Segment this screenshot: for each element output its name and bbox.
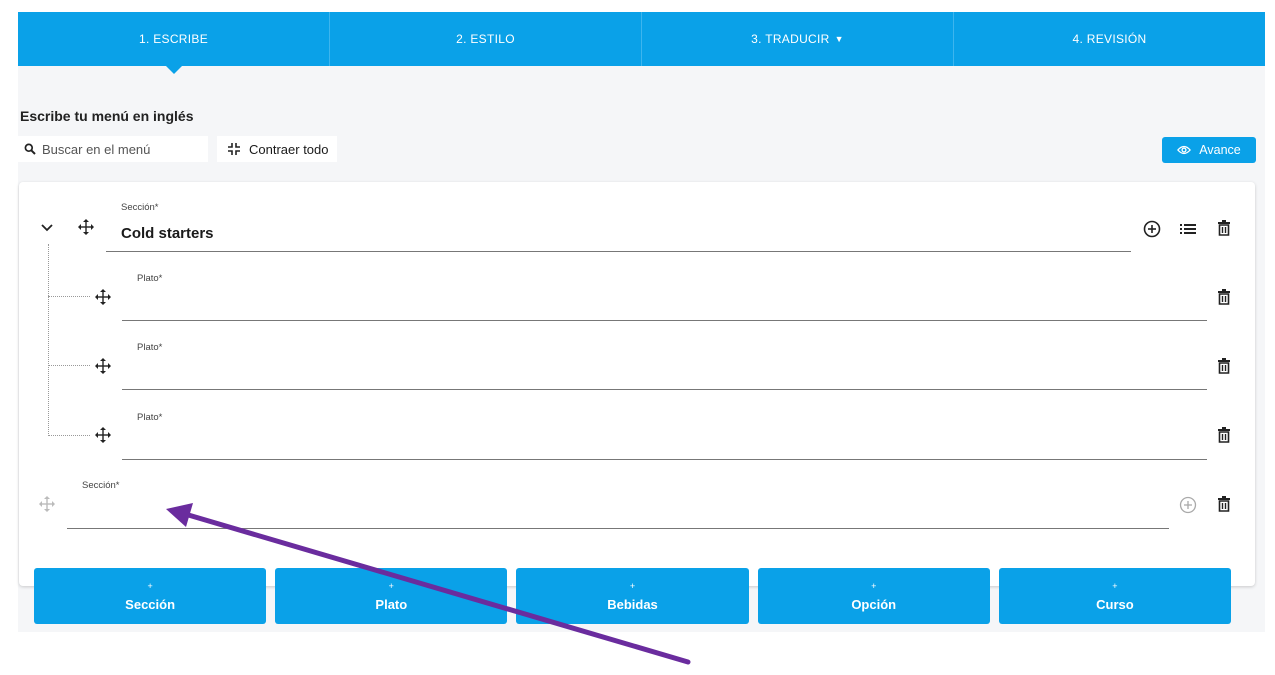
- section-underline: [67, 528, 1169, 529]
- chevron-down-icon[interactable]: [39, 220, 55, 236]
- dish-name-input[interactable]: [137, 294, 1137, 314]
- dish-label: Plato*: [137, 412, 163, 423]
- tab-escribe[interactable]: 1. ESCRIBE: [18, 12, 330, 74]
- eye-icon: [1177, 145, 1192, 155]
- page-title: Escribe tu menú en inglés: [20, 108, 194, 124]
- caret-down-icon: ▼: [834, 34, 844, 44]
- search-input[interactable]: [42, 141, 202, 157]
- add-course-button[interactable]: + Curso: [998, 568, 1232, 624]
- add-button-label: Curso: [1096, 596, 1134, 612]
- section-name-input[interactable]: Cold starters: [121, 225, 214, 242]
- search-icon: [24, 143, 36, 155]
- plus-icon: +: [871, 580, 877, 591]
- section-name-input[interactable]: [82, 500, 1082, 520]
- move-icon[interactable]: [94, 426, 112, 444]
- collapse-all-label: Contraer todo: [249, 141, 329, 157]
- add-button-label: Bebidas: [607, 596, 658, 612]
- dish-underline: [122, 389, 1207, 390]
- plus-icon: +: [388, 580, 394, 591]
- tab-traducir[interactable]: 3. TRADUCIR ▼: [642, 12, 954, 66]
- tab-revision[interactable]: 4. REVISIÓN: [954, 12, 1265, 66]
- tree-line: [48, 244, 49, 436]
- plus-icon: +: [147, 580, 153, 591]
- preview-label: Avance: [1199, 143, 1241, 157]
- list-icon[interactable]: [1178, 219, 1198, 239]
- tab-estilo[interactable]: 2. ESTILO: [330, 12, 642, 66]
- section-label: Sección*: [82, 480, 120, 491]
- collapse-icon: [228, 143, 240, 155]
- trash-icon[interactable]: [1214, 494, 1234, 514]
- trash-icon[interactable]: [1214, 218, 1234, 238]
- step-tabs: 1. ESCRIBE 2. ESTILO 3. TRADUCIR ▼ 4. REV…: [18, 12, 1265, 74]
- add-option-button[interactable]: + Opción: [757, 568, 990, 624]
- add-button-label: Plato: [375, 596, 408, 612]
- preview-button[interactable]: Avance: [1162, 137, 1256, 163]
- add-button-label: Sección: [125, 596, 176, 612]
- plus-icon: +: [629, 580, 636, 591]
- dish-label: Plato*: [137, 342, 163, 353]
- dish-name-input[interactable]: [137, 433, 1137, 453]
- menu-card: Sección* Cold starters Plato* Plato* Pla…: [19, 182, 1255, 586]
- dish-underline: [122, 459, 1207, 460]
- tree-branch: [48, 435, 90, 436]
- section-label: Sección*: [121, 202, 159, 213]
- add-buttons-bar: + Sección + Plato + Bebidas + Opción + C…: [34, 568, 1232, 624]
- tree-branch: [48, 365, 90, 366]
- plus-icon: +: [1112, 580, 1118, 591]
- section-underline: [106, 251, 1131, 252]
- add-circle-icon[interactable]: [1178, 495, 1198, 515]
- dish-label: Plato*: [137, 273, 163, 284]
- collapse-all-button[interactable]: Contraer todo: [217, 136, 337, 162]
- tree-branch: [48, 296, 90, 297]
- move-icon[interactable]: [77, 218, 95, 236]
- add-button-label: Opción: [851, 596, 897, 612]
- dish-name-input[interactable]: [137, 363, 1137, 383]
- menu-editor: 1. ESCRIBE 2. ESTILO 3. TRADUCIR ▼ 4. REV…: [18, 12, 1265, 632]
- add-drinks-button[interactable]: + Bebidas: [516, 568, 749, 624]
- add-circle-icon[interactable]: [1142, 219, 1162, 239]
- move-icon[interactable]: [94, 288, 112, 306]
- move-icon[interactable]: [94, 357, 112, 375]
- trash-icon[interactable]: [1214, 356, 1234, 376]
- search-box[interactable]: [18, 136, 208, 162]
- trash-icon[interactable]: [1214, 287, 1234, 307]
- move-icon[interactable]: [38, 495, 56, 513]
- trash-icon[interactable]: [1214, 425, 1234, 445]
- dish-underline: [122, 320, 1207, 321]
- add-dish-button[interactable]: + Plato: [275, 568, 508, 624]
- add-section-button[interactable]: + Sección: [34, 568, 267, 624]
